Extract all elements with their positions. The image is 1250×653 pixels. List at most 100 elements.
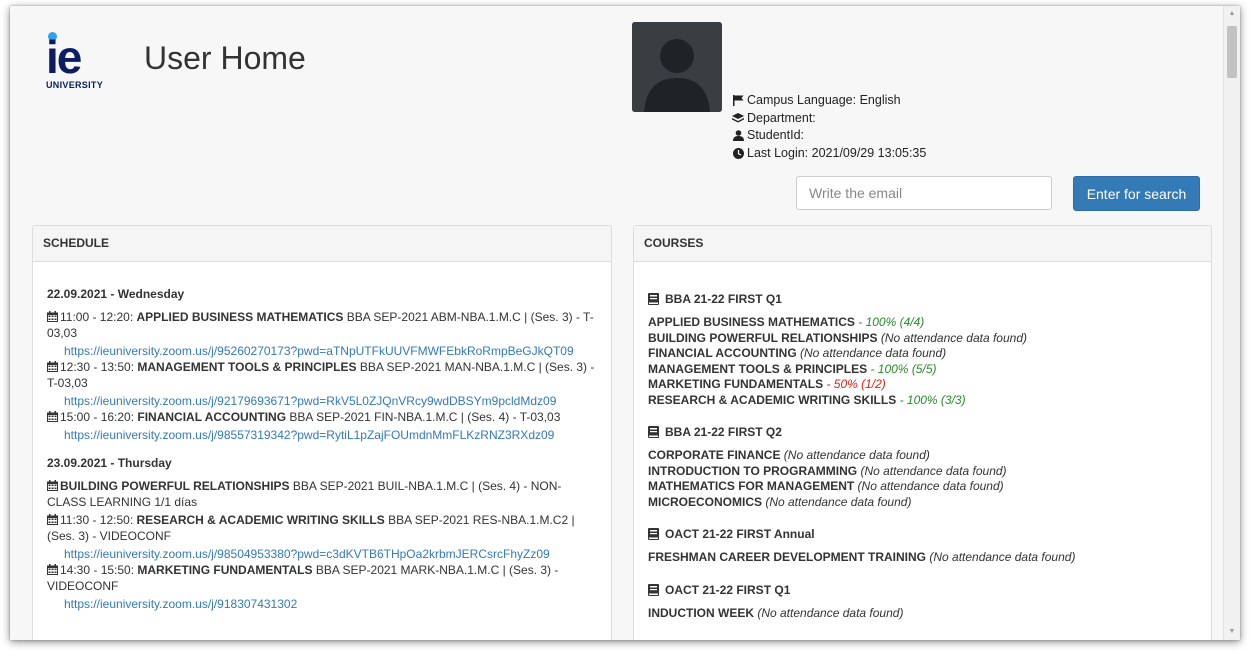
course-name: CORPORATE FINANCE — [648, 448, 781, 462]
flag-icon — [732, 95, 744, 107]
calendar-icon — [47, 563, 58, 575]
course-group-title: BBA 21-22 FIRST Q2 — [648, 424, 1198, 440]
student-id-row: StudentId: — [732, 127, 926, 145]
course-group-title: OACT 21-22 FIRST Q1 — [648, 582, 1198, 598]
avatar — [632, 22, 722, 112]
course-name: FRESHMAN CAREER DEVELOPMENT TRAINING — [648, 550, 927, 564]
schedule-item: 14:30 - 15:50: MARKETING FUNDAMENTALS BB… — [47, 562, 598, 594]
attendance-note: (No attendance data found) — [796, 346, 947, 360]
course-name: MANAGEMENT TOOLS & PRINCIPLES — [648, 361, 868, 376]
course-group-label: OACT 21-22 FIRST Annual — [665, 527, 815, 541]
campus-language-row: Campus Language: English — [732, 92, 926, 110]
schedule-course-name: MANAGEMENT TOOLS & PRINCIPLES — [137, 360, 357, 374]
schedule-panel: SCHEDULE 22.09.2021 - Wednesday 11:00 - 1… — [32, 225, 612, 640]
attendance-note: - 100% (4/4) — [854, 315, 925, 329]
course-item[interactable]: FRESHMAN CAREER DEVELOPMENT TRAINING (No… — [648, 550, 1198, 566]
schedule-time: 14:30 - 15:50: — [60, 563, 138, 577]
page-title: User Home — [144, 40, 306, 76]
last-login-row: Last Login: 2021/09/29 13:05:35 — [732, 145, 926, 163]
department-row: Department: — [732, 110, 926, 128]
schedule-day-date: 22.09.2021 - Wednesday — [47, 287, 185, 301]
email-search-input[interactable] — [796, 176, 1052, 210]
scrollbar-thumb[interactable] — [1227, 26, 1237, 78]
courses-heading: COURSES — [634, 226, 1211, 262]
schedule-heading: SCHEDULE — [33, 226, 611, 262]
zoom-meeting-link[interactable]: https://ieuniversity.zoom.us/j/985573193… — [47, 427, 598, 443]
course-item[interactable]: MANAGEMENT TOOLS & PRINCIPLES - 100% (5/… — [648, 362, 1198, 378]
course-item[interactable]: INDUCTION WEEK (No attendance data found… — [648, 606, 1198, 622]
course-name: APPLIED BUSINESS MATHEMATICS — [648, 315, 855, 329]
zoom-meeting-link[interactable]: https://ieuniversity.zoom.us/j/918307431… — [47, 596, 598, 612]
calendar-icon — [47, 310, 58, 322]
courses-list: BBA 21-22 FIRST Q1 APPLIED BUSINESS MATHE… — [634, 262, 1211, 621]
course-name: INDUCTION WEEK — [648, 605, 754, 620]
schedule-detail: BBA SEP-2021 FIN-NBA.1.M.C | (Ses. 4) - … — [286, 410, 561, 424]
schedule-course-name: FINANCIAL ACCOUNTING — [137, 410, 287, 424]
course-item[interactable]: RESEARCH & ACADEMIC WRITING SKILLS - 100… — [648, 393, 1198, 409]
course-group-label: BBA 21-22 FIRST Q1 — [665, 292, 782, 306]
calendar-icon — [47, 513, 58, 525]
calendar-icon — [47, 360, 58, 372]
attendance-note: - 50% (1/2) — [823, 377, 886, 391]
zoom-meeting-link[interactable]: https://ieuniversity.zoom.us/j/952602701… — [47, 343, 598, 359]
attendance-note: - 100% (5/5) — [867, 361, 937, 376]
course-group-title: BBA 21-22 FIRST Q1 — [648, 291, 1198, 307]
layers-icon — [732, 112, 744, 124]
course-name: MICROECONOMICS — [648, 494, 762, 509]
zoom-meeting-link[interactable]: https://ieuniversity.zoom.us/j/921796936… — [47, 393, 598, 409]
attendance-note: (No attendance data found) — [754, 605, 904, 620]
courses-panel: COURSES BBA 21-22 FIRST Q1 APPLIED BUSINE… — [633, 225, 1212, 640]
logo-text: ie — [46, 31, 82, 83]
schedule-time: 11:30 - 12:50: — [60, 513, 137, 527]
book-icon — [648, 426, 659, 438]
course-name: MARKETING FUNDAMENTALS — [648, 377, 824, 391]
schedule-item: 15:00 - 16:20: FINANCIAL ACCOUNTING BBA … — [47, 409, 598, 425]
book-icon — [648, 583, 659, 596]
schedule-time: 15:00 - 16:20: — [60, 410, 138, 424]
course-item[interactable]: INTRODUCTION TO PROGRAMMING (No attendan… — [648, 464, 1198, 480]
schedule-time: 12:30 - 13:50: — [60, 360, 138, 374]
book-icon — [648, 528, 659, 540]
clock-icon — [732, 147, 744, 159]
zoom-meeting-link[interactable]: https://ieuniversity.zoom.us/j/985049533… — [47, 546, 598, 562]
attendance-note: (No attendance data found) — [857, 463, 1007, 478]
course-item[interactable]: APPLIED BUSINESS MATHEMATICS - 100% (4/4… — [648, 315, 1198, 331]
attendance-note: (No attendance data found) — [877, 330, 1027, 345]
course-item[interactable]: MATHEMATICS FOR MANAGEMENT (No attendanc… — [648, 479, 1198, 495]
attendance-note: (No attendance data found) — [926, 550, 1076, 564]
ie-university-logo[interactable]: ie UNIVERSITY — [46, 28, 126, 98]
attendance-note: - 100% (3/3) — [896, 392, 966, 407]
schedule-course-name: MARKETING FUNDAMENTALS — [137, 563, 313, 577]
search-button[interactable]: Enter for search — [1073, 176, 1200, 211]
scroll-up-arrow-icon[interactable]: ▲ — [1224, 6, 1240, 22]
page-scrollbar[interactable]: ▲ ▼ — [1223, 6, 1240, 640]
attendance-note: (No attendance data found) — [762, 494, 912, 509]
schedule-course-name: APPLIED BUSINESS MATHEMATICS — [136, 310, 344, 324]
browser-window: ie UNIVERSITY User Home Campus Language:… — [10, 6, 1240, 640]
course-item[interactable]: FINANCIAL ACCOUNTING (No attendance data… — [648, 346, 1198, 362]
course-name: RESEARCH & ACADEMIC WRITING SKILLS — [648, 392, 897, 407]
calendar-icon — [47, 410, 58, 422]
schedule-day-date: 23.09.2021 - Thursday — [47, 456, 172, 470]
campus-language: Campus Language: English — [747, 93, 901, 107]
course-item[interactable]: MARKETING FUNDAMENTALS - 50% (1/2) — [648, 377, 1198, 393]
book-icon — [648, 293, 659, 305]
schedule-time: 11:00 - 12:20: — [60, 310, 137, 324]
attendance-note: (No attendance data found) — [854, 479, 1004, 493]
user-icon — [732, 130, 744, 142]
user-silhouette-icon — [632, 22, 722, 112]
schedule-item: 11:00 - 12:20: APPLIED BUSINESS MATHEMAT… — [47, 309, 598, 341]
course-name: BUILDING POWERFUL RELATIONSHIPS — [648, 330, 878, 345]
course-name: INTRODUCTION TO PROGRAMMING — [648, 463, 858, 478]
logo-subtext: UNIVERSITY — [46, 80, 104, 90]
course-item[interactable]: CORPORATE FINANCE (No attendance data fo… — [648, 448, 1198, 464]
course-item[interactable]: MICROECONOMICS (No attendance data found… — [648, 495, 1198, 511]
scroll-down-arrow-icon[interactable]: ▼ — [1224, 624, 1240, 640]
schedule-item: 11:30 - 12:50: RESEARCH & ACADEMIC WRITI… — [47, 512, 598, 544]
course-group-label: OACT 21-22 FIRST Q1 — [665, 582, 791, 597]
user-info: Campus Language: English Department: Stu… — [732, 92, 926, 162]
schedule-item: BUILDING POWERFUL RELATIONSHIPS BBA SEP-… — [47, 478, 598, 510]
last-login: Last Login: 2021/09/29 13:05:35 — [747, 145, 927, 160]
course-item[interactable]: BUILDING POWERFUL RELATIONSHIPS (No atte… — [648, 331, 1198, 347]
department: Department: — [747, 110, 816, 125]
